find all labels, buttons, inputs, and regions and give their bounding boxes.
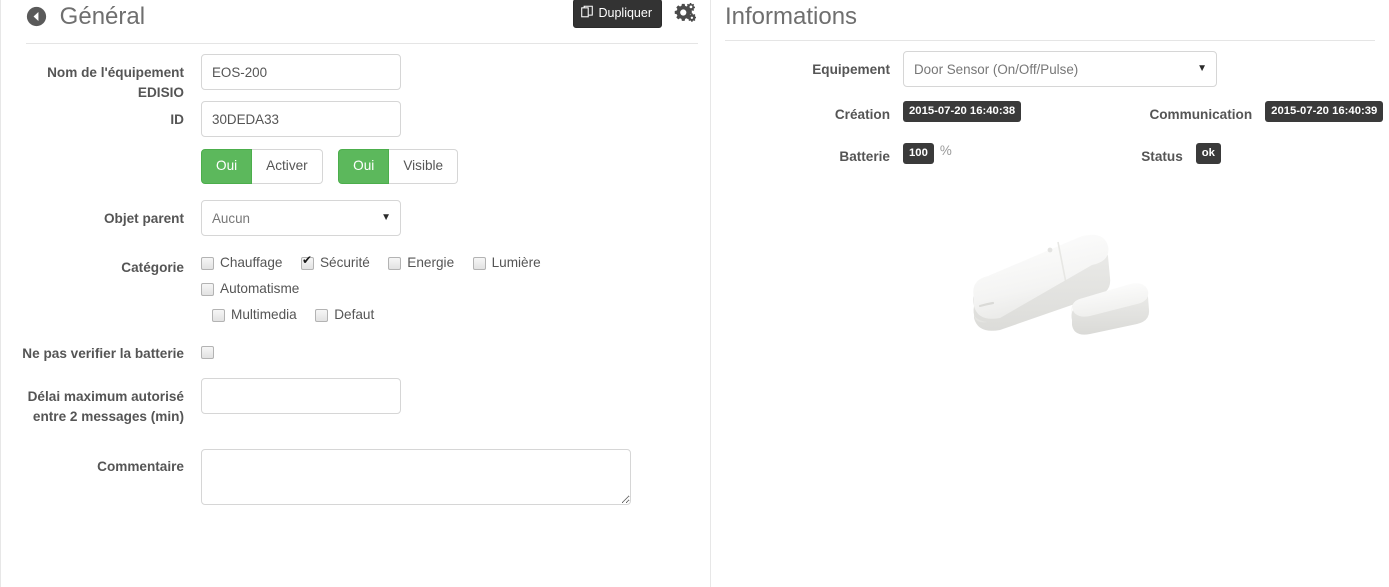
checkbox-defaut[interactable]: [315, 308, 329, 322]
info-creation: Création 2015-07-20 16:40:38: [725, 101, 1022, 125]
delay-control: [197, 378, 401, 414]
status-badge: ok: [1195, 143, 1221, 165]
communication-label: Communication: [1149, 107, 1253, 122]
parent-select[interactable]: Aucun ▼: [201, 200, 401, 236]
info-battery: Batterie 100 %: [725, 143, 952, 167]
checkbox-multimedia[interactable]: [212, 308, 225, 322]
parent-control: Aucun ▼: [197, 200, 401, 236]
informations-panel: Informations Equipement Door Sensor (On/…: [710, 0, 1389, 587]
creation-badge: 2015-07-20 16:40:38: [903, 101, 1022, 123]
info-row-creation-communication: Création 2015-07-20 16:40:38 Communicati…: [725, 101, 1389, 125]
page-title: Général: [59, 3, 146, 30]
visible-toggle-group: Oui Visible: [338, 149, 459, 184]
category-automatisme-label: Automatisme: [220, 281, 300, 296]
equipment-config-page: Général Dupliquer Nom de l'équipement ED…: [0, 0, 1389, 587]
informations-panel-header: Informations: [725, 0, 1375, 41]
visible-toggle-yes[interactable]: Oui: [338, 149, 390, 184]
checkbox-lumiere[interactable]: [472, 256, 486, 270]
arrow-circle-left-icon[interactable]: [26, 5, 47, 35]
parent-label: Objet parent: [103, 211, 184, 226]
checkbox-nocheck-battery[interactable]: [201, 346, 214, 359]
category-label: Catégorie: [121, 260, 184, 275]
cogs-icon[interactable]: [670, 2, 698, 24]
checkbox-automatisme[interactable]: [201, 282, 214, 296]
activer-toggle-yes[interactable]: Oui: [201, 149, 253, 184]
toggles-label-spacer: [9, 149, 197, 158]
category-securite-label: Sécurité: [319, 255, 370, 270]
activer-toggle-label[interactable]: Activer: [252, 149, 323, 184]
comment-control: [197, 443, 631, 510]
informations-grid: Equipement Door Sensor (On/Off/Pulse) ▼ …: [725, 51, 1389, 167]
status-label: Status: [1141, 149, 1183, 164]
category-chauffage-label: Chauffage: [220, 255, 283, 270]
duplicate-button[interactable]: Dupliquer: [573, 0, 662, 28]
field-row-category: Catégorie Chauffage Sécurité Energie: [9, 252, 710, 332]
door-sensor-photo: [954, 188, 1214, 388]
category-chauffage[interactable]: Chauffage: [201, 254, 283, 272]
nocheck-battery-label: Ne pas verifier la batterie: [22, 346, 184, 361]
battery-label: Batterie: [839, 149, 890, 164]
field-row-id: ID: [9, 101, 710, 137]
id-input[interactable]: [201, 101, 401, 137]
communication-badge: 2015-07-20 16:40:39: [1265, 101, 1384, 123]
field-row-nocheck-battery: Ne pas verifier la batterie: [9, 338, 710, 364]
copy-icon: [581, 5, 594, 21]
category-row-second: Multimedia Defaut: [201, 306, 667, 332]
category-defaut-label: Defaut: [334, 307, 375, 322]
category-lumiere-label: Lumière: [491, 255, 541, 270]
header-actions: Dupliquer: [573, 0, 698, 28]
checkbox-energie[interactable]: [388, 256, 402, 270]
activer-toggle-group: Oui Activer: [201, 149, 323, 184]
checkbox-securite[interactable]: [300, 254, 314, 270]
field-row-name: Nom de l'équipement EDISIO: [9, 54, 710, 103]
informations-title: Informations: [725, 3, 858, 30]
delay-label: Délai maximum autorisé entre 2 messages …: [27, 389, 184, 424]
id-label: ID: [170, 112, 184, 127]
delay-input[interactable]: [201, 378, 401, 414]
creation-label: Création: [834, 107, 890, 122]
info-status: Status ok: [996, 143, 1221, 167]
chevron-down-icon: ▼: [1197, 63, 1207, 74]
category-multimedia[interactable]: Multimedia: [212, 306, 297, 324]
duplicate-button-label: Dupliquer: [598, 5, 652, 20]
category-multimedia-label: Multimedia: [231, 307, 297, 322]
info-communication: Communication 2015-07-20 16:40:39: [1065, 101, 1384, 125]
parent-select-value: Aucun: [212, 210, 250, 226]
category-checkbox-group: Chauffage Sécurité Energie Lumière: [197, 252, 667, 332]
field-row-comment: Commentaire: [9, 443, 710, 510]
equipment-select-value: Door Sensor (On/Off/Pulse): [914, 61, 1079, 77]
nocheck-battery-control: [197, 338, 214, 364]
general-form: Nom de l'équipement EDISIO ID Oui Act: [9, 54, 710, 510]
info-row-battery-status: Batterie 100 % Status ok: [725, 143, 1389, 167]
category-energie-label: Energie: [407, 255, 455, 270]
id-control: [197, 101, 401, 137]
name-input[interactable]: [201, 54, 401, 90]
battery-badge: 100: [903, 143, 934, 165]
equipment-select[interactable]: Door Sensor (On/Off/Pulse) ▼: [903, 51, 1217, 87]
equipment-control: Door Sensor (On/Off/Pulse) ▼: [903, 51, 1217, 87]
chevron-down-icon: ▼: [381, 212, 391, 223]
general-panel: Général Dupliquer Nom de l'équipement ED…: [0, 0, 710, 587]
category-automatisme[interactable]: Automatisme: [201, 280, 299, 298]
general-panel-header: Général Dupliquer: [26, 0, 698, 44]
toggles-control: Oui Activer Oui Visible: [197, 149, 469, 184]
info-row-equipment: Equipement Door Sensor (On/Off/Pulse) ▼: [725, 51, 1389, 87]
category-defaut[interactable]: Defaut: [315, 306, 374, 324]
name-control: [197, 54, 401, 90]
comment-label: Commentaire: [97, 459, 184, 474]
category-energie[interactable]: Energie: [388, 254, 454, 272]
visible-toggle-label[interactable]: Visible: [389, 149, 459, 184]
field-row-delay: Délai maximum autorisé entre 2 messages …: [9, 378, 710, 427]
category-lumiere[interactable]: Lumière: [472, 254, 541, 272]
equipment-label: Equipement: [812, 62, 890, 77]
field-row-toggles: Oui Activer Oui Visible: [9, 149, 710, 184]
category-securite[interactable]: Sécurité: [300, 254, 370, 272]
field-row-parent: Objet parent Aucun ▼: [9, 200, 710, 236]
name-label: Nom de l'équipement EDISIO: [47, 65, 184, 100]
battery-unit: %: [939, 143, 952, 158]
checkbox-chauffage[interactable]: [201, 256, 214, 270]
comment-textarea[interactable]: [201, 449, 631, 505]
